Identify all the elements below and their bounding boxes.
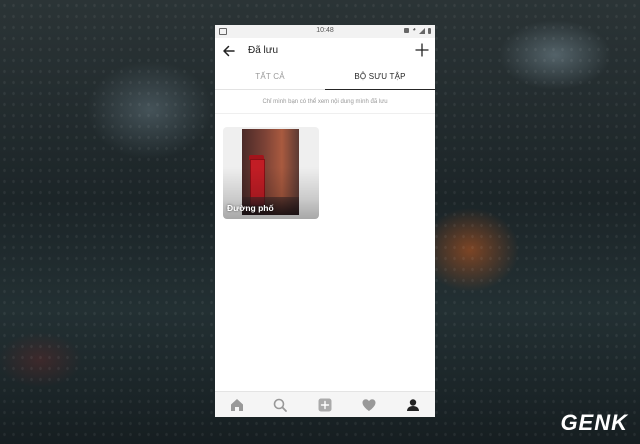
- phone-screen: 10:48 ◕ Đã lưu TẤT CẢ BỘ SƯU TẬP Chỉ mìn…: [215, 25, 435, 417]
- status-time: 10:48: [316, 27, 334, 34]
- wifi-icon: ◕: [412, 27, 416, 33]
- signal-icon: [419, 27, 425, 34]
- add-post-icon[interactable]: [316, 396, 334, 414]
- app-header: Đã lưu: [215, 38, 435, 64]
- tab-all[interactable]: TẤT CẢ: [215, 65, 325, 90]
- status-icons: ◕: [404, 27, 431, 34]
- privacy-notice: Chỉ mình bạn có thể xem nội dung mình đã…: [215, 91, 435, 114]
- collection-card[interactable]: Đường phố: [223, 127, 319, 219]
- home-icon[interactable]: [228, 396, 246, 414]
- status-bar: 10:48 ◕: [215, 25, 435, 38]
- battery-icon: [428, 27, 431, 34]
- back-arrow-icon[interactable]: [221, 43, 237, 59]
- tab-collections[interactable]: BỘ SƯU TẬP: [325, 65, 435, 90]
- genk-watermark-logo: GENK: [560, 410, 628, 435]
- add-collection-icon[interactable]: [415, 43, 429, 57]
- page-title: Đã lưu: [248, 45, 279, 56]
- heart-icon[interactable]: [360, 396, 378, 414]
- nfc-icon: [404, 28, 410, 33]
- search-icon[interactable]: [271, 396, 289, 414]
- profile-icon[interactable]: [404, 396, 422, 414]
- saved-tabs: TẤT CẢ BỘ SƯU TẬP: [215, 65, 435, 90]
- bottom-nav: [215, 391, 435, 417]
- collection-name: Đường phố: [227, 203, 274, 213]
